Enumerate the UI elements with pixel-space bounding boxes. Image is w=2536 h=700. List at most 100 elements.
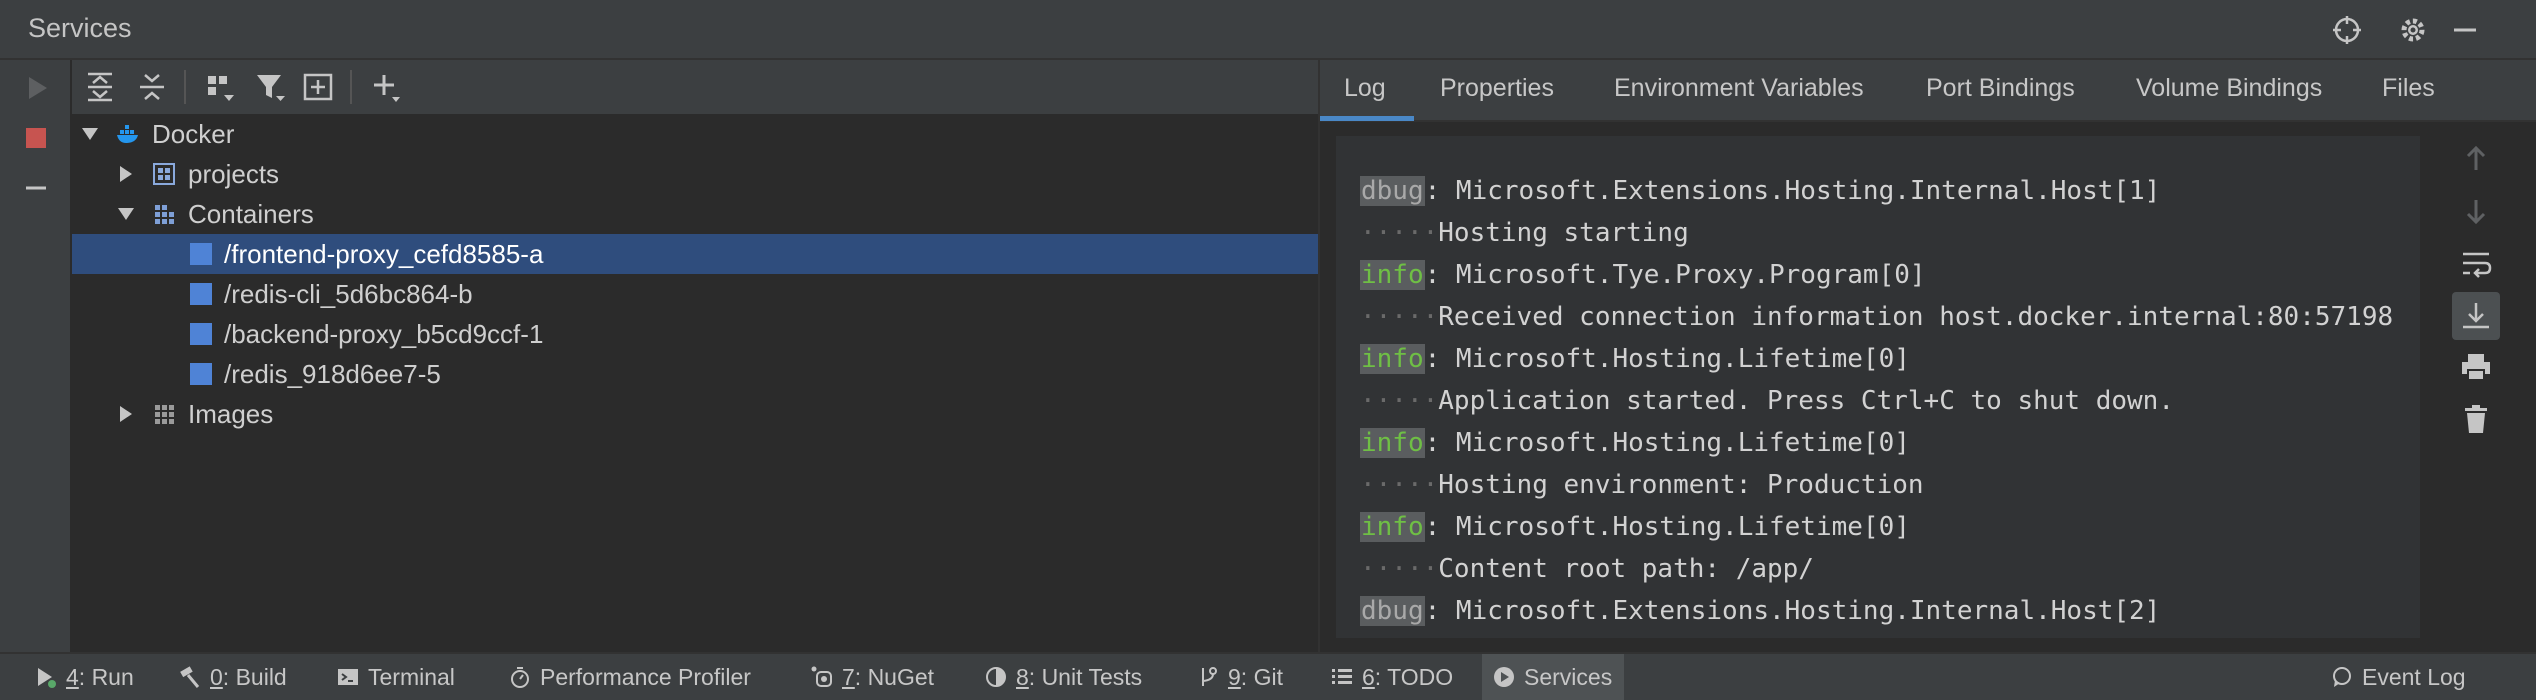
tool-name: Performance Profiler bbox=[540, 663, 751, 690]
shortcut-key: 8 bbox=[1016, 663, 1029, 690]
container-icon bbox=[190, 243, 212, 265]
run-tool-button[interactable]: 4: Run bbox=[34, 654, 134, 700]
shortcut-key: 9 bbox=[1228, 663, 1241, 690]
tool-label: 9: Git bbox=[1228, 664, 1283, 691]
tree-label: Docker bbox=[152, 119, 235, 149]
gear-icon[interactable] bbox=[2396, 13, 2430, 47]
tool-name: Services bbox=[1524, 663, 1613, 690]
expand-all-icon[interactable] bbox=[82, 69, 118, 105]
unit-tests-icon bbox=[986, 667, 1006, 687]
collapsed-arrow-icon[interactable] bbox=[116, 164, 136, 184]
log-line: info: Microsoft.Hosting.Lifetime[0] bbox=[1360, 344, 1910, 374]
tree-label: /redis-cli_5d6bc864-b bbox=[224, 279, 473, 309]
tree-node-container[interactable]: /redis-cli_5d6bc864-b bbox=[72, 274, 1318, 314]
expanded-arrow-icon[interactable] bbox=[80, 124, 100, 144]
tool-label: 8: Unit Tests bbox=[1016, 664, 1142, 691]
soft-wrap-icon[interactable] bbox=[2459, 246, 2493, 280]
expanded-arrow-icon[interactable] bbox=[116, 204, 136, 224]
tool-window-bar: 4: Run 0: Build Terminal Performance Pro… bbox=[0, 652, 2536, 700]
services-tool-button[interactable]: Services bbox=[1482, 654, 1625, 700]
run-icon[interactable] bbox=[20, 72, 52, 104]
collapse-all-icon[interactable] bbox=[134, 69, 170, 105]
tree-toolbar bbox=[72, 60, 1318, 114]
tree-node-container[interactable]: /frontend-proxy_cefd8585-a bbox=[72, 234, 1318, 274]
tree-node-containers[interactable]: Containers bbox=[72, 194, 1318, 234]
tool-label: 4: Run bbox=[66, 664, 134, 691]
log-line: info: Microsoft.Hosting.Lifetime[0] bbox=[1360, 428, 1910, 458]
log-line: ·····Hosting starting bbox=[1360, 218, 1689, 248]
log-indent: ····· bbox=[1360, 470, 1439, 500]
log-line: ·····Hosting environment: Production bbox=[1360, 470, 1924, 500]
log-indent: ····· bbox=[1360, 554, 1439, 584]
services-tree: Docker projects Containers /frontend-pro… bbox=[72, 114, 1318, 652]
todo-tool-button[interactable]: 6: TODO bbox=[1330, 654, 1453, 700]
add-service-icon[interactable] bbox=[368, 69, 404, 105]
log-text: Received connection information host.doc… bbox=[1438, 302, 2394, 332]
log-text: : Microsoft.Extensions.Hosting.Internal.… bbox=[1424, 176, 2161, 206]
nuget-tool-button[interactable]: 7: NuGet bbox=[810, 654, 934, 700]
tree-node-container[interactable]: /redis_918d6ee7-5 bbox=[72, 354, 1318, 394]
tree-label: /frontend-proxy_cefd8585-a bbox=[224, 239, 544, 269]
tree-node-container[interactable]: /backend-proxy_b5cd9ccf-1 bbox=[72, 314, 1318, 354]
tool-name: Terminal bbox=[368, 663, 455, 690]
arrow-up-icon[interactable] bbox=[2459, 142, 2493, 176]
toolbar-separator bbox=[184, 70, 186, 104]
log-line: ·····Content root path: /app/ bbox=[1360, 554, 1814, 584]
log-output[interactable]: dbug: Microsoft.Extensions.Hosting.Inter… bbox=[1336, 136, 2420, 638]
trash-icon[interactable] bbox=[2459, 402, 2493, 436]
log-text: Content root path: /app/ bbox=[1438, 554, 1814, 584]
build-tool-button[interactable]: 0: Build bbox=[178, 654, 287, 700]
shortcut-key: 6 bbox=[1362, 663, 1375, 690]
log-panel: dbug: Microsoft.Extensions.Hosting.Inter… bbox=[1320, 122, 2536, 652]
tab-properties[interactable]: Properties bbox=[1440, 74, 1554, 103]
tab-log[interactable]: Log bbox=[1344, 74, 1386, 103]
print-icon[interactable] bbox=[2459, 350, 2493, 384]
remove-icon[interactable] bbox=[20, 172, 52, 204]
log-text: Hosting starting bbox=[1438, 218, 1689, 248]
log-toolbar bbox=[2428, 122, 2536, 652]
group-by-icon[interactable] bbox=[202, 69, 238, 105]
profiler-tool-button[interactable]: Performance Profiler bbox=[508, 654, 751, 700]
tree-node-images[interactable]: Images bbox=[72, 394, 1318, 434]
log-indent: ····· bbox=[1360, 302, 1439, 332]
log-line: dbug: Microsoft.Extensions.Hosting.Inter… bbox=[1360, 596, 2160, 626]
log-level: info bbox=[1360, 344, 1425, 374]
log-text: : Microsoft.Hosting.Lifetime[0] bbox=[1424, 344, 1910, 374]
docker-icon bbox=[117, 125, 138, 143]
tab-port-bindings[interactable]: Port Bindings bbox=[1926, 74, 2075, 103]
arrow-down-icon[interactable] bbox=[2459, 194, 2493, 228]
services-title-bar: Services bbox=[0, 0, 2536, 60]
scroll-to-end-icon[interactable] bbox=[2459, 299, 2493, 333]
stop-icon[interactable] bbox=[20, 122, 52, 154]
tab-volume-bindings[interactable]: Volume Bindings bbox=[2136, 74, 2322, 103]
tab-environment-variables[interactable]: Environment Variables bbox=[1614, 74, 1864, 103]
event-log-tool-button[interactable]: Event Log bbox=[2330, 654, 2466, 700]
hammer-icon bbox=[180, 666, 200, 688]
services-icon bbox=[1494, 667, 1514, 687]
new-group-icon[interactable] bbox=[300, 69, 336, 105]
speech-bubble-icon bbox=[2333, 667, 2351, 687]
tool-name: Event Log bbox=[2362, 663, 2466, 690]
log-level: info bbox=[1360, 428, 1425, 458]
window-title: Services bbox=[28, 13, 132, 43]
tool-name: : Run bbox=[78, 663, 134, 690]
log-indent: ····· bbox=[1360, 218, 1439, 248]
tree-node-projects[interactable]: projects bbox=[72, 154, 1318, 194]
shortcut-key: 4 bbox=[66, 663, 79, 690]
minimize-icon[interactable] bbox=[2448, 13, 2482, 47]
tree-label: projects bbox=[188, 159, 280, 189]
crosshair-icon[interactable] bbox=[2330, 13, 2364, 47]
git-tool-button[interactable]: 9: Git bbox=[1196, 654, 1283, 700]
tree-node-docker[interactable]: Docker bbox=[72, 114, 1318, 154]
details-tabs: Log Properties Environment Variables Por… bbox=[1320, 60, 2536, 122]
terminal-tool-button[interactable]: Terminal bbox=[336, 654, 455, 700]
containers-icon bbox=[155, 205, 174, 224]
run-icon bbox=[38, 668, 56, 688]
log-text: Application started. Press Ctrl+C to shu… bbox=[1438, 386, 2174, 416]
tree-label: Containers bbox=[188, 199, 314, 229]
filter-icon[interactable] bbox=[252, 69, 288, 105]
unit-tests-tool-button[interactable]: 8: Unit Tests bbox=[984, 654, 1142, 700]
tab-files[interactable]: Files bbox=[2382, 74, 2435, 103]
collapsed-arrow-icon[interactable] bbox=[116, 404, 136, 424]
log-line: info: Microsoft.Tye.Proxy.Program[0] bbox=[1360, 260, 1926, 290]
